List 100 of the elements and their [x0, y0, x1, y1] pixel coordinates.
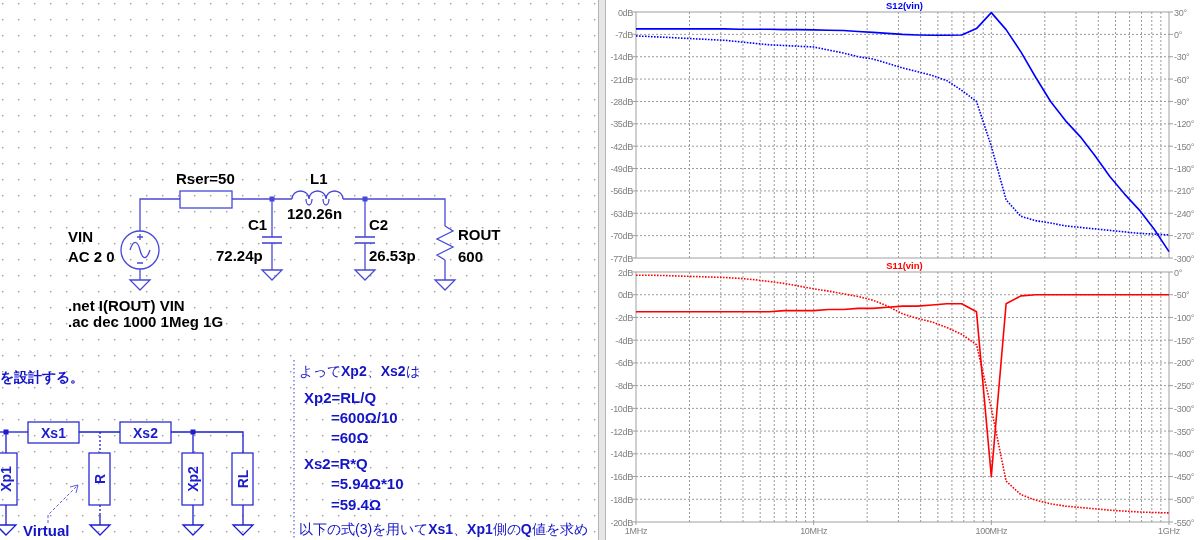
component-label: 120.26n — [287, 205, 343, 222]
axis-tick-label: 0° — [1174, 29, 1182, 40]
axis-tick-label: -2dB — [615, 312, 633, 323]
axis-tick-label: -30° — [1174, 52, 1190, 63]
axis-tick-label: -450° — [1174, 472, 1195, 483]
axis-tick-label: 30° — [1174, 7, 1187, 18]
chart-title: S12(vin) — [886, 0, 923, 11]
component-label: 72.24p — [216, 247, 263, 264]
block-label: Xs1 — [41, 424, 66, 441]
impedance-block — [88, 452, 111, 506]
chart-title: S11(vin) — [886, 262, 923, 271]
axis-tick-label: -60° — [1174, 74, 1190, 85]
wire — [242, 504, 244, 516]
axis-tick-label: -14dB — [610, 449, 633, 460]
axis-tick-label: 1GHz — [1158, 526, 1180, 536]
wire — [192, 504, 194, 516]
resistor-symbol — [435, 225, 455, 261]
axis-tick-label: -50° — [1174, 290, 1190, 301]
annotation-text: Xs2=R*Q — [304, 456, 368, 471]
axis-tick-label: -12dB — [610, 426, 633, 437]
axis-tick-label: 0dB — [617, 7, 633, 18]
axis-tick-label: -56dB — [610, 186, 633, 197]
ground-symbol — [231, 514, 255, 536]
ground-symbol — [181, 514, 205, 536]
axis-tick-label: -150° — [1174, 141, 1195, 152]
ground-symbol — [88, 514, 112, 536]
block-label: R — [91, 473, 108, 485]
axis-tick-label: -14dB — [610, 52, 633, 63]
axis-tick-label: -21dB — [610, 74, 633, 85]
component-label: L1 — [310, 170, 328, 187]
ground-symbol — [260, 259, 284, 281]
axis-tick-label: -300° — [1174, 403, 1195, 414]
dashed-arrow — [47, 484, 79, 524]
axis-tick-label: -200° — [1174, 358, 1195, 369]
axis-tick-label: -10dB — [610, 403, 633, 414]
axis-tick-label: -210° — [1174, 186, 1195, 197]
axis-tick-label: -63dB — [610, 208, 633, 219]
wire — [99, 504, 101, 516]
axis-tick-label: -120° — [1174, 119, 1195, 130]
axis-tick-label: 10MHz — [800, 526, 828, 536]
component-label: AC 2 0 — [68, 248, 115, 265]
axis-tick-label: -180° — [1174, 164, 1195, 175]
component-label: C1 — [248, 216, 268, 233]
axis-tick-label: 0° — [1174, 267, 1182, 278]
wire — [139, 198, 181, 232]
axis-tick-label: -550° — [1174, 517, 1195, 528]
inductor-symbol — [291, 190, 344, 206]
voltage-source-symbol — [120, 230, 160, 270]
component-label: 600 — [458, 248, 484, 265]
axis-tick-label: -240° — [1174, 208, 1195, 219]
axis-tick-label: 0dB — [617, 290, 633, 301]
axis-tick-label: -77dB — [610, 253, 633, 262]
capacitor-symbol — [261, 236, 283, 244]
axis-tick-label: -300° — [1174, 253, 1195, 262]
axis-tick-label: 100MHz — [975, 526, 1008, 536]
spice-directive: .net I(ROUT) VIN — [68, 297, 185, 314]
annotation-text: を設計する。 — [0, 370, 84, 384]
axis-tick-label: -16dB — [610, 472, 633, 483]
impedance-block — [181, 452, 204, 506]
block-label: Xp2 — [184, 466, 201, 492]
component-label: 26.53p — [369, 247, 416, 264]
axis-tick-label: -6dB — [615, 358, 633, 369]
block-label: RL — [234, 469, 251, 489]
component-label: VIN — [68, 228, 93, 245]
ground-symbol — [128, 269, 152, 291]
axis-tick-label: -8dB — [615, 381, 633, 392]
component-label: C2 — [369, 216, 389, 233]
axis-tick-label: -270° — [1174, 231, 1195, 242]
ground-symbol — [0, 514, 18, 536]
axis-tick-label: -28dB — [610, 96, 633, 107]
ground-symbol — [433, 269, 457, 291]
impedance-block — [119, 421, 172, 444]
annotation-text: Virtual — [23, 523, 70, 538]
axis-tick-label: -4dB — [615, 335, 633, 346]
annotation-text: =600Ω/10 — [331, 410, 398, 425]
component-label: ROUT — [458, 226, 501, 243]
axis-tick-label: -49dB — [610, 164, 633, 175]
component-label: Rser=50 — [176, 170, 235, 187]
block-label: Xp1 — [0, 466, 14, 492]
block-label: Xs2 — [133, 424, 158, 441]
wire — [5, 504, 7, 516]
axis-tick-label: -250° — [1174, 381, 1195, 392]
axis-tick-label: -70dB — [610, 231, 633, 242]
annotation-text: =59.4Ω — [331, 497, 381, 512]
axis-tick-label: 2dB — [617, 267, 633, 278]
axis-tick-label: -100° — [1174, 312, 1195, 323]
annotation-text: 以下の式(3)を用いてXs1、Xp1側のQ値を求め — [299, 522, 588, 536]
impedance-block — [231, 452, 254, 506]
wire — [444, 259, 446, 271]
axis-tick-label: -500° — [1174, 494, 1195, 505]
capacitor-symbol — [354, 236, 376, 244]
impedance-block — [0, 452, 18, 506]
spice-directive: .ac dec 1000 1Meg 1G — [68, 313, 224, 330]
impedance-block — [27, 421, 80, 444]
axis-tick-label: -20dB — [610, 517, 633, 528]
axis-tick-label: -42dB — [610, 141, 633, 152]
wire — [271, 242, 273, 261]
annotation-text: =5.94Ω*10 — [331, 476, 404, 491]
axis-tick-label: -150° — [1174, 335, 1195, 346]
wire — [364, 242, 366, 261]
